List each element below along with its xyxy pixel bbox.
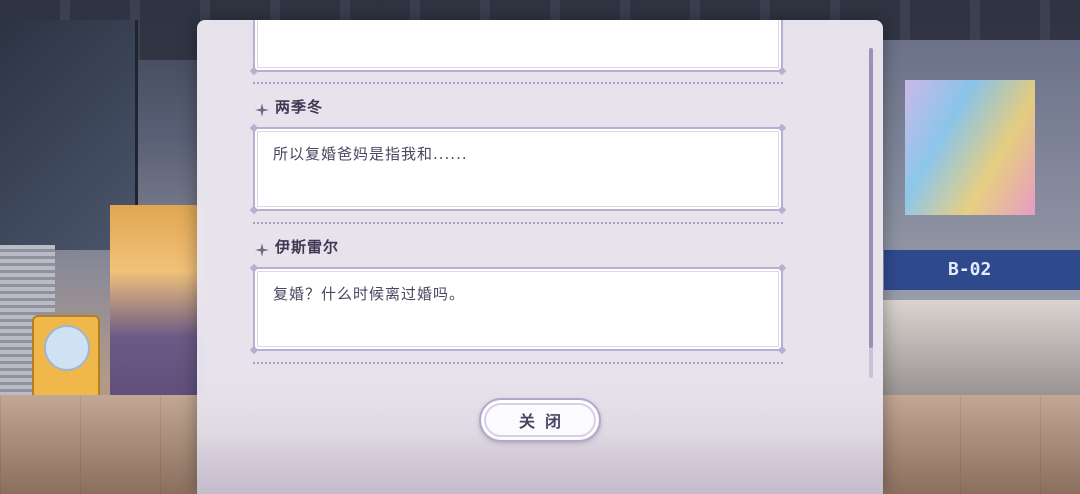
corner-ornament [249,345,259,355]
corner-ornament [249,66,259,76]
corner-ornament [777,345,787,355]
reception-desk [882,300,1080,410]
divider [253,222,783,224]
speaker-row: 两季冬 [255,96,323,117]
corner-ornament [249,205,259,215]
shop-booth [110,205,205,425]
message-box: 复婚？什么时候离过婚吗。 [249,263,787,355]
close-button-label: 关闭 [518,412,571,431]
message-box: 所以复婚爸妈是指我和...... [249,123,787,215]
sparkle-icon [255,102,269,117]
scrollbar-thumb[interactable] [869,48,873,348]
colorful-banner [905,80,1035,215]
speaker-name: 两季冬 [275,98,324,116]
speaker-row: 伊斯雷尔 [255,236,339,257]
dialog-log-panel: 两季冬 所以复婚爸妈是指我和...... 伊斯雷尔 复婚？什么时候离过婚吗。 关… [197,20,883,494]
speaker-name: 伊斯雷尔 [275,238,340,256]
message-box-previous [249,20,787,76]
message-text: 复婚？什么时候离过婚吗。 [273,285,466,303]
corner-ornament [249,263,259,273]
close-button[interactable]: 关闭 [479,398,601,442]
message-text: 所以复婚爸妈是指我和...... [273,145,468,163]
corner-ornament [249,123,259,133]
corner-ornament [777,123,787,133]
sparkle-icon [255,242,269,257]
corner-ornament [777,263,787,273]
corner-ornament [777,66,787,76]
divider [253,82,783,84]
log-scroll-area[interactable]: 两季冬 所以复婚爸妈是指我和...... 伊斯雷尔 复婚？什么时候离过婚吗。 [197,20,883,390]
divider [253,362,783,364]
area-sign: B-02 [884,250,1080,290]
corner-ornament [777,205,787,215]
